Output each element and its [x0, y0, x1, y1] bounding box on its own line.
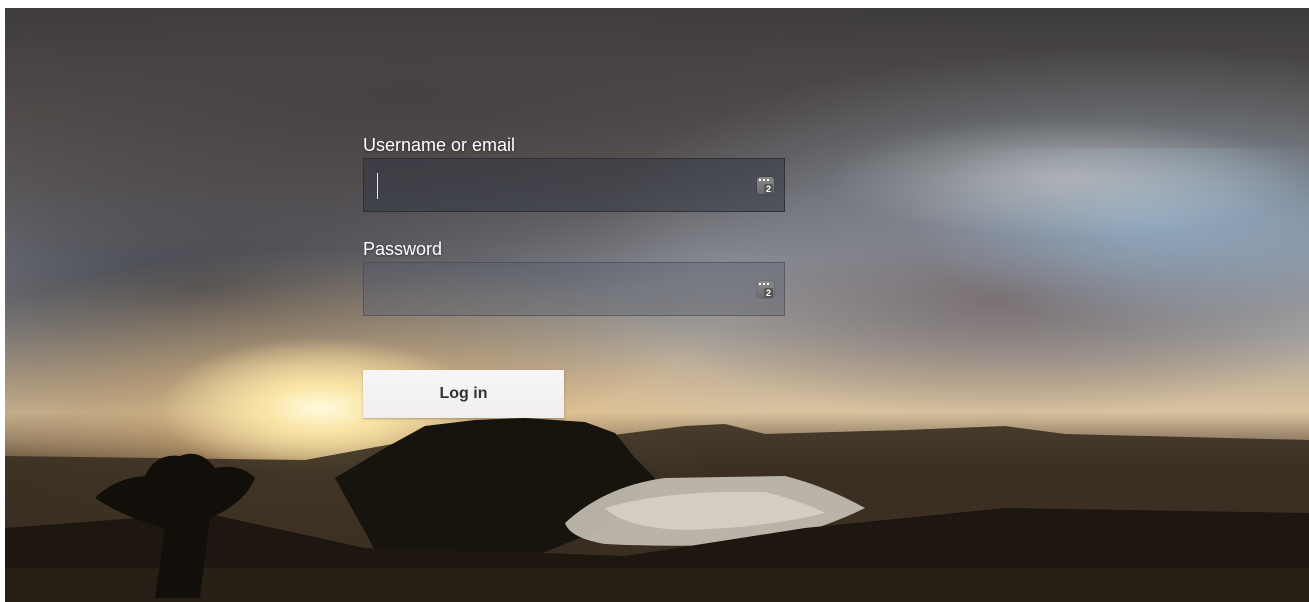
password-manager-dots: [759, 283, 769, 287]
username-input[interactable]: [364, 159, 784, 211]
username-field-wrapper: 2: [363, 158, 785, 212]
login-page: Username or email 2 Password 2 Log in: [5, 8, 1309, 602]
password-field-wrapper: 2: [363, 262, 785, 316]
password-input[interactable]: [364, 263, 784, 315]
text-caret: [377, 173, 378, 199]
password-manager-badge: 2: [763, 288, 773, 298]
login-form: Username or email 2 Password 2 Log in: [363, 134, 787, 418]
username-label: Username or email: [363, 135, 516, 155]
password-manager-badge: 2: [763, 184, 773, 194]
password-manager-icon[interactable]: 2: [757, 281, 774, 298]
password-manager-icon[interactable]: 2: [757, 177, 774, 194]
login-button[interactable]: Log in: [363, 370, 564, 418]
password-label: Password: [363, 239, 443, 259]
password-manager-dots: [759, 179, 769, 183]
